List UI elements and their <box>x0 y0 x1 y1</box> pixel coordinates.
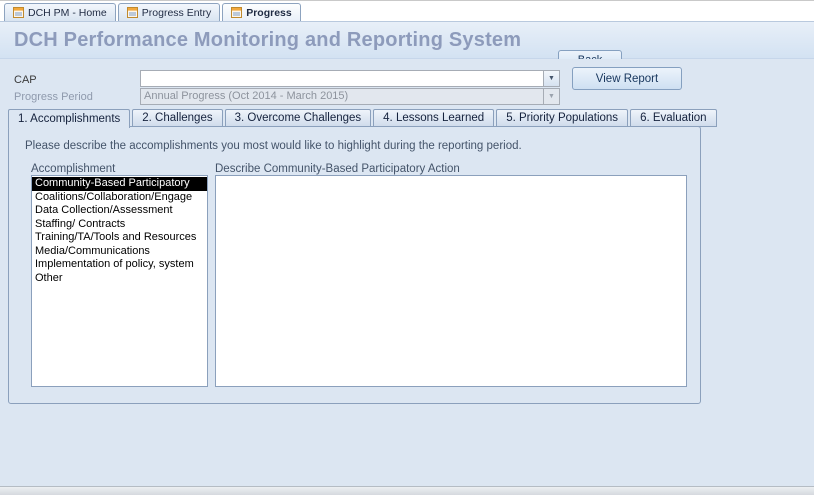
list-item[interactable]: Community-Based Participatory <box>32 177 207 191</box>
document-tab-progress-entry[interactable]: Progress Entry <box>118 3 220 21</box>
form-icon <box>127 7 138 18</box>
tab-challenges[interactable]: 2. Challenges <box>132 109 222 127</box>
instruction-text: Please describe the accomplishments you … <box>25 140 522 152</box>
list-item[interactable]: Staffing/ Contracts <box>32 218 207 232</box>
list-item[interactable]: Data Collection/Assessment <box>32 204 207 218</box>
accomplishments-panel: Please describe the accomplishments you … <box>8 126 701 404</box>
document-tab-bar: DCH PM - Home Progress Entry <box>0 1 814 21</box>
document-tab-label: DCH PM - Home <box>28 7 107 19</box>
accomplishment-list-label: Accomplishment <box>31 163 115 175</box>
form-icon <box>13 7 24 18</box>
list-item[interactable]: Other <box>32 272 207 286</box>
tab-evaluation[interactable]: 6. Evaluation <box>630 109 717 127</box>
cap-combobox-value[interactable] <box>141 71 543 86</box>
cap-label: CAP <box>14 74 37 86</box>
form-header: DCH Performance Monitoring and Reporting… <box>0 21 814 59</box>
document-tab-home[interactable]: DCH PM - Home <box>4 3 116 21</box>
status-bar <box>0 486 814 495</box>
page-title: DCH Performance Monitoring and Reporting… <box>14 29 521 52</box>
tab-priority-populations[interactable]: 5. Priority Populations <box>496 109 628 127</box>
describe-label: Describe Community-Based Participatory A… <box>215 163 460 175</box>
list-item[interactable]: Training/TA/Tools and Resources <box>32 231 207 245</box>
list-item[interactable]: Media/Communications <box>32 245 207 259</box>
section-tab-strip: 1. Accomplishments 2. Challenges 3. Over… <box>8 109 719 127</box>
progress-period-label: Progress Period <box>14 91 93 103</box>
list-item[interactable]: Implementation of policy, system <box>32 258 207 272</box>
document-tab-label: Progress <box>246 7 292 19</box>
progress-period-combobox: Annual Progress (Oct 2014 - March 2015) … <box>140 88 560 105</box>
form-icon <box>231 7 242 18</box>
dropdown-arrow-icon: ▼ <box>543 89 559 104</box>
dropdown-arrow-icon[interactable]: ▼ <box>543 71 559 86</box>
tab-lessons-learned[interactable]: 4. Lessons Learned <box>373 109 494 127</box>
accomplishment-listbox[interactable]: Community-Based Participatory Coalitions… <box>31 175 208 387</box>
cap-combobox[interactable]: ▼ <box>140 70 560 87</box>
view-report-button[interactable]: View Report <box>572 67 682 90</box>
describe-textarea[interactable] <box>215 175 687 387</box>
progress-period-value: Annual Progress (Oct 2014 - March 2015) <box>141 89 543 104</box>
tab-overcome-challenges[interactable]: 3. Overcome Challenges <box>225 109 372 127</box>
list-item[interactable]: Coalitions/Collaboration/Engage <box>32 191 207 205</box>
tab-accomplishments[interactable]: 1. Accomplishments <box>8 109 130 128</box>
document-tab-progress[interactable]: Progress <box>222 3 301 21</box>
access-window: DCH PM - Home Progress Entry <box>0 0 814 495</box>
document-tab-label: Progress Entry <box>142 7 211 19</box>
